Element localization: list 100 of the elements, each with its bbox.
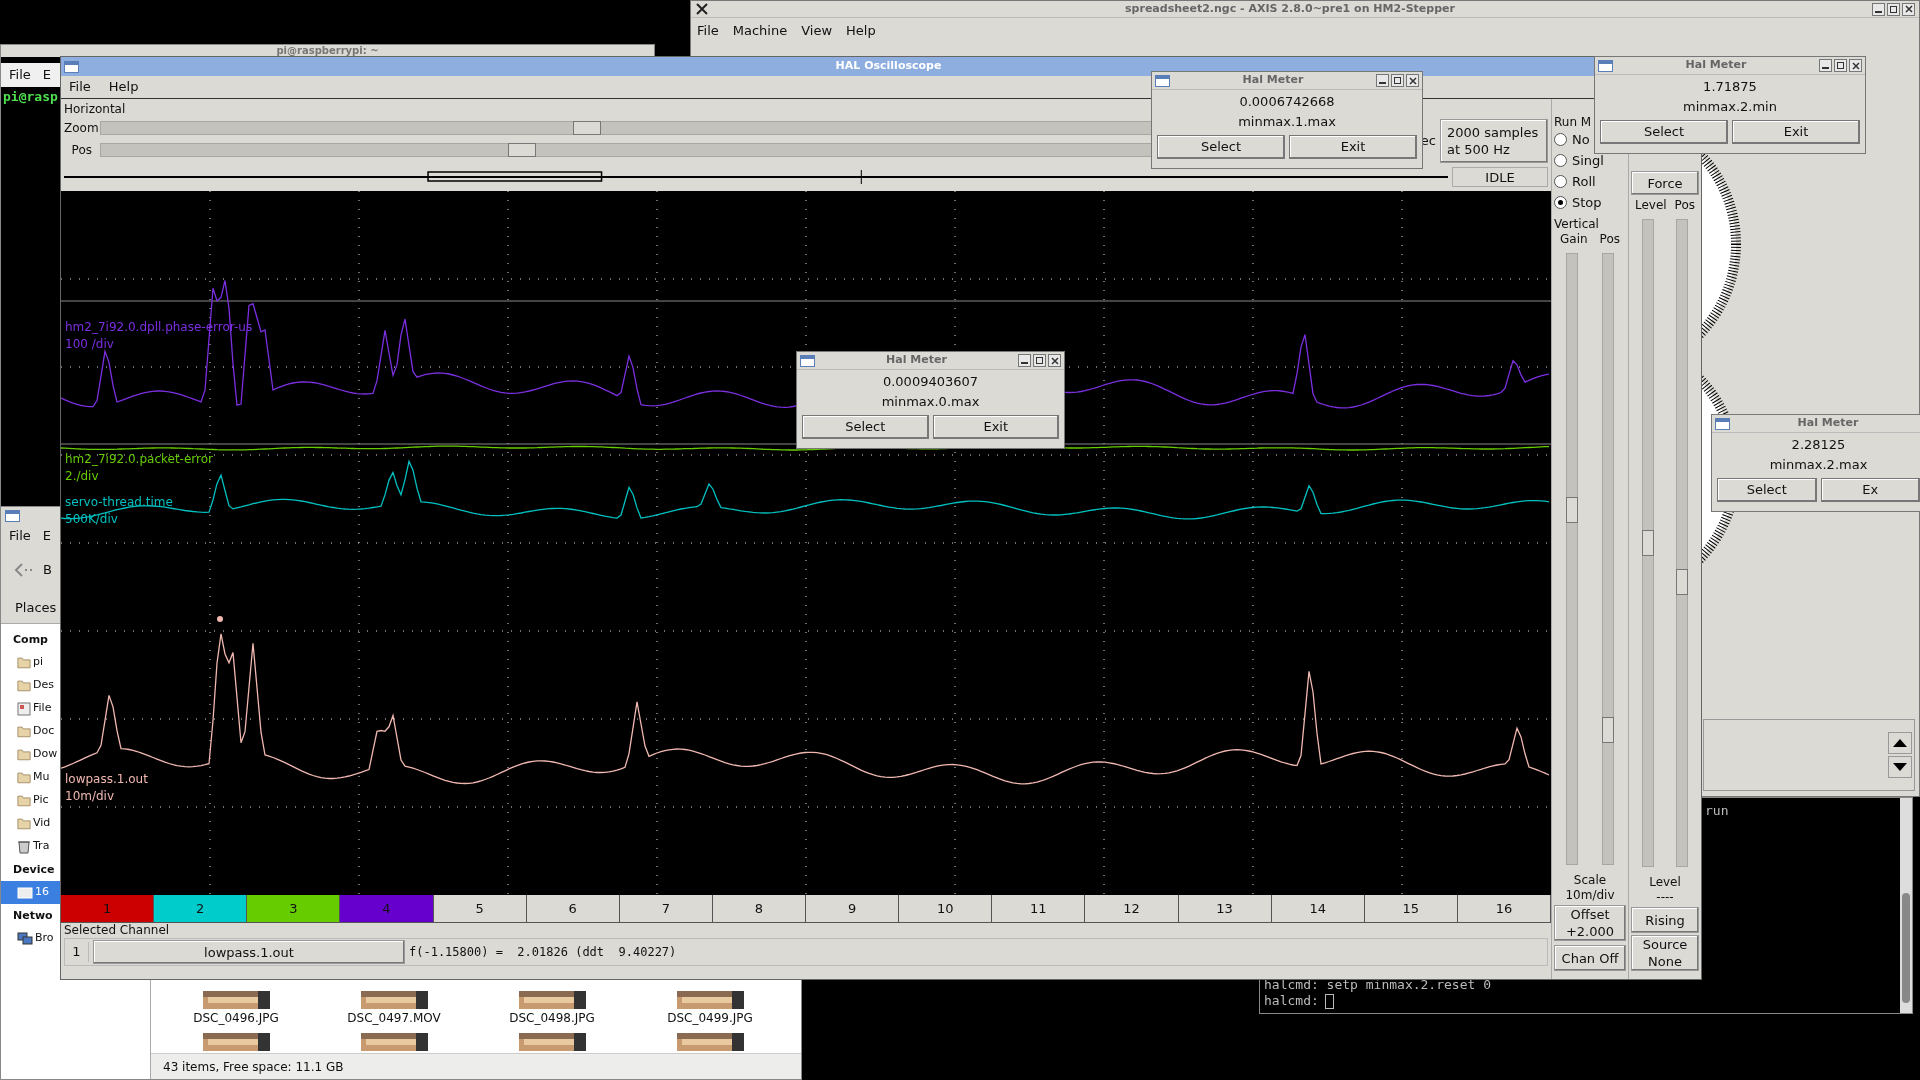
menu-item[interactable]: E: [42, 65, 51, 85]
menu-item[interactable]: File: [9, 65, 31, 85]
window-icon: [5, 510, 20, 522]
folder-icon: [17, 656, 31, 669]
close-button[interactable]: [1048, 354, 1061, 367]
status-label: IDLE: [1452, 167, 1548, 187]
channel-button[interactable]: 15: [1364, 895, 1458, 923]
menu-item[interactable]: Help: [108, 77, 139, 97]
channel-button[interactable]: 2: [154, 895, 248, 923]
channel-button[interactable]: 5: [433, 895, 527, 923]
channel-button[interactable]: 14: [1271, 895, 1365, 923]
radio-button[interactable]: [1554, 175, 1567, 188]
radio-button[interactable]: [1554, 196, 1567, 209]
scrollbar[interactable]: [1900, 798, 1912, 1013]
select-button[interactable]: Select: [802, 415, 929, 439]
channel-button[interactable]: 3: [247, 895, 341, 923]
scroll-down-button[interactable]: [1888, 756, 1912, 778]
channel-button[interactable]: 12: [1085, 895, 1179, 923]
close-button[interactable]: [1406, 74, 1419, 87]
slider-thumb[interactable]: [1602, 716, 1614, 743]
sidebar-item[interactable]: Dow: [1, 743, 60, 766]
offset-button[interactable]: Offset +2.000: [1554, 905, 1626, 941]
channel-button[interactable]: 8: [712, 895, 806, 923]
slider-track[interactable]: [1676, 219, 1688, 867]
select-button[interactable]: Select: [1717, 478, 1817, 502]
channel-name-button[interactable]: lowpass.1.out: [93, 940, 405, 964]
sidebar-item[interactable]: Bro: [1, 927, 60, 950]
window-icon: [1715, 417, 1730, 430]
radio-button[interactable]: [1554, 133, 1567, 146]
slider-thumb[interactable]: [507, 143, 536, 157]
exit-button[interactable]: Exit: [1289, 135, 1417, 159]
group-label: Selected Channel: [64, 923, 171, 938]
minimize-button[interactable]: [1018, 354, 1031, 367]
scroll-up-button[interactable]: [1888, 732, 1912, 754]
sidebar-item[interactable]: Tra: [1, 835, 60, 858]
back-button[interactable]: B: [13, 560, 52, 580]
close-button[interactable]: [1849, 59, 1862, 72]
sidebar-item[interactable]: Doc: [1, 720, 60, 743]
minimize-button[interactable]: [1872, 2, 1885, 16]
slider-label: Pos: [1674, 197, 1695, 213]
pin-name: minmax.2.max: [1768, 456, 1869, 474]
sidebar-item[interactable]: Pic: [1, 789, 60, 812]
menu-item[interactable]: Machine: [732, 21, 788, 41]
exit-button[interactable]: Exit: [1732, 120, 1860, 144]
slider-thumb[interactable]: [1676, 568, 1688, 595]
menu-item[interactable]: View: [801, 21, 833, 41]
minimize-button[interactable]: [1376, 74, 1389, 87]
edge-button[interactable]: Rising: [1631, 907, 1699, 933]
select-button[interactable]: Select: [1157, 135, 1285, 159]
sidebar-item[interactable]: Vid: [1, 812, 60, 835]
pin-name: minmax.1.max: [1237, 113, 1337, 131]
select-button[interactable]: Select: [1600, 120, 1728, 144]
channel-button[interactable]: 7: [619, 895, 713, 923]
folder-icon: [17, 794, 31, 807]
exit-button[interactable]: Ex: [1820, 478, 1920, 502]
sidebar-item[interactable]: Des: [1, 674, 60, 697]
slider-track[interactable]: [1566, 253, 1578, 865]
maximize-button[interactable]: [1887, 2, 1900, 16]
maximize-button[interactable]: [1033, 354, 1046, 367]
slider-track[interactable]: [1642, 219, 1654, 867]
slider-thumb[interactable]: [1566, 497, 1578, 524]
sidebar-item[interactable]: Mu: [1, 766, 60, 789]
trace-scale: 2./div: [65, 468, 100, 485]
sidebar-item[interactable]: pi: [1, 651, 60, 674]
exit-button[interactable]: Exit: [932, 415, 1059, 439]
channel-button[interactable]: 11: [992, 895, 1086, 923]
radio-label: Singl: [1572, 151, 1604, 170]
close-button[interactable]: [1902, 2, 1915, 16]
slider-thumb[interactable]: [573, 121, 602, 135]
menu-item[interactable]: File: [697, 21, 719, 41]
channel-button[interactable]: 6: [526, 895, 620, 923]
channel-button[interactable]: 9: [806, 895, 900, 923]
menu-item[interactable]: File: [9, 526, 31, 546]
slider-label: Pos: [1599, 231, 1620, 247]
slider-track[interactable]: [1602, 253, 1614, 865]
file-name: DSC_0498.JPG: [509, 1010, 595, 1027]
menu-item[interactable]: E: [42, 526, 51, 546]
channel-button[interactable]: 13: [1178, 895, 1272, 923]
radio-button[interactable]: [1554, 154, 1567, 167]
menu-item[interactable]: File: [69, 77, 91, 97]
sidebar-item[interactable]: File: [1, 697, 60, 720]
channel-button[interactable]: 10: [899, 895, 993, 923]
maximize-button[interactable]: [1834, 59, 1847, 72]
source-button[interactable]: Source None: [1631, 935, 1699, 971]
meter-value: 0.0006742668: [1238, 93, 1336, 111]
samples-button[interactable]: 2000 samples at 500 Hz: [1440, 119, 1548, 163]
radio-label: No: [1572, 130, 1590, 149]
slider-thumb[interactable]: [1642, 530, 1654, 556]
channel-button[interactable]: 16: [1457, 895, 1551, 923]
file-name: DSC_0496.JPG: [193, 1010, 279, 1027]
chan-off-button[interactable]: Chan Off: [1554, 945, 1626, 971]
window-title: Hal Meter: [1242, 72, 1304, 89]
maximize-button[interactable]: [1391, 74, 1404, 87]
sidebar-item[interactable]: 16: [1, 881, 60, 904]
meter-value: 2.28125: [1790, 436, 1847, 454]
minimize-button[interactable]: [1819, 59, 1832, 72]
force-button[interactable]: Force: [1631, 171, 1699, 195]
folder-icon: [17, 817, 31, 830]
menu-item[interactable]: Help: [846, 21, 876, 41]
trace-scale: 100 /div: [65, 336, 115, 353]
